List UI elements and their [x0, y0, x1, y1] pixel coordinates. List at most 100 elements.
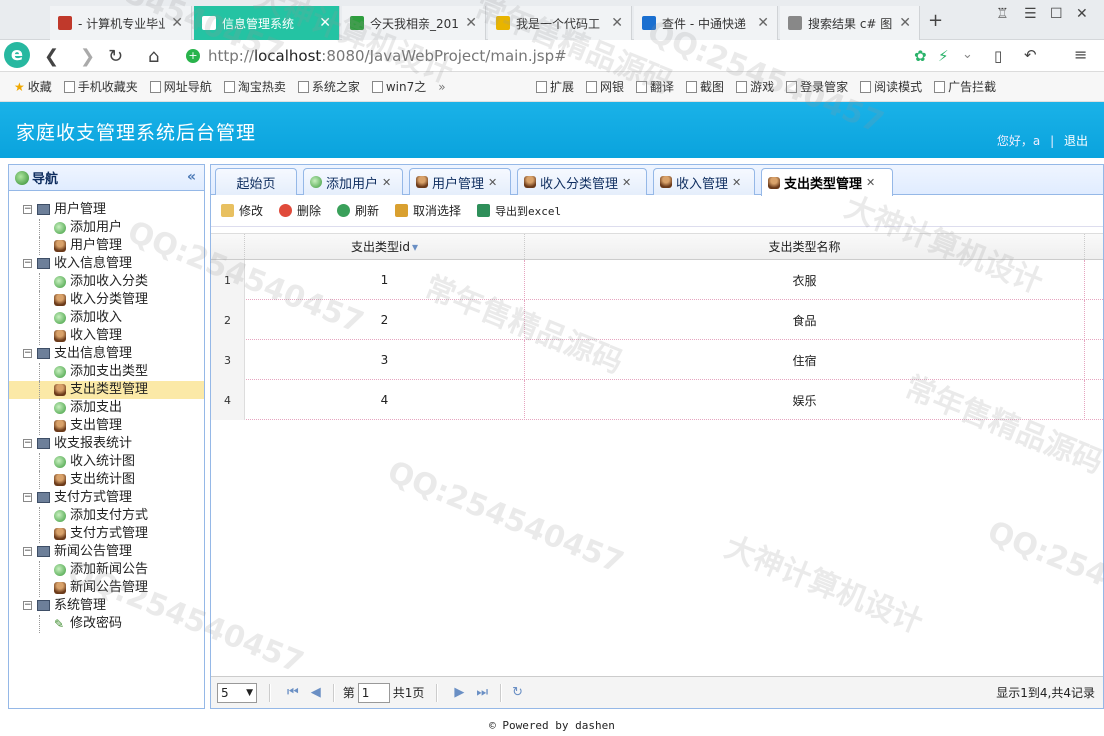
browser-menu-icon[interactable]: ≡: [1074, 45, 1087, 64]
nav-item[interactable]: 添加用户: [9, 219, 204, 237]
page-size-select[interactable]: 5 ▼: [217, 682, 257, 703]
bookmark-item[interactable]: 系统之家: [292, 78, 366, 95]
close-tab-icon[interactable]: ✕: [488, 176, 497, 189]
close-window-icon[interactable]: ✕: [1076, 6, 1088, 22]
page-number-input[interactable]: 1: [357, 682, 390, 703]
column-header-name[interactable]: 支出类型名称: [525, 234, 1085, 259]
bookmark-item[interactable]: 网址导航: [144, 78, 218, 95]
nav-item[interactable]: 添加收入分类: [9, 273, 204, 291]
bookmarks-more[interactable]: »: [432, 80, 451, 94]
reload-grid-icon[interactable]: ↻: [512, 685, 523, 700]
browser-tab[interactable]: 查件 - 中通快递 ✕: [634, 6, 778, 40]
nav-item[interactable]: 添加收入: [9, 309, 204, 327]
nav-item[interactable]: 添加新闻公告: [9, 561, 204, 579]
lightning-icon[interactable]: ⚡: [938, 47, 949, 65]
new-tab-button[interactable]: +: [928, 10, 943, 31]
nav-item[interactable]: 收入分类管理: [9, 291, 204, 309]
collapse-toggle-icon[interactable]: −: [23, 547, 32, 556]
content-tab[interactable]: 收入分类管理 ✕: [517, 168, 647, 195]
back-icon[interactable]: ❮: [44, 46, 59, 67]
delete-button[interactable]: 删除: [279, 202, 321, 219]
bookmark-item[interactable]: ★ 收藏: [8, 78, 58, 95]
nav-item[interactable]: 收入管理: [9, 327, 204, 345]
browser-tool-item[interactable]: 阅读模式: [854, 78, 928, 95]
content-tab[interactable]: 支出类型管理 ✕: [761, 168, 893, 196]
browser-tab[interactable]: 今天我相亲_201 ✕: [342, 6, 486, 40]
collapse-toggle-icon[interactable]: −: [23, 493, 32, 502]
maximize-icon[interactable]: ☐: [1050, 6, 1063, 22]
nav-item[interactable]: 添加支付方式: [9, 507, 204, 525]
content-tab[interactable]: 收入管理 ✕: [653, 168, 755, 195]
bookmark-item[interactable]: win7之: [366, 78, 432, 95]
nav-item[interactable]: 新闻公告管理: [9, 579, 204, 597]
first-page-icon[interactable]: ⏮: [287, 685, 299, 700]
export-button[interactable]: 导出到excel: [477, 203, 561, 219]
close-tab-icon[interactable]: ✕: [465, 15, 477, 31]
browser-tab[interactable]: - 计算机专业毕业 ✕: [50, 6, 192, 40]
prev-page-icon[interactable]: ◀: [311, 685, 321, 700]
nav-item[interactable]: 添加支出: [9, 399, 204, 417]
browser-tool-item[interactable]: 登录管家: [780, 78, 854, 95]
nav-item[interactable]: 添加支出类型: [9, 363, 204, 381]
collapse-toggle-icon[interactable]: −: [23, 205, 32, 214]
collapse-toggle-icon[interactable]: −: [23, 601, 32, 610]
content-tab[interactable]: 用户管理 ✕: [409, 168, 511, 195]
collapse-toggle-icon[interactable]: −: [23, 439, 32, 448]
bookmark-item[interactable]: 手机收藏夹: [58, 78, 144, 95]
browser-tool-item[interactable]: 网银: [580, 78, 630, 95]
close-tab-icon[interactable]: ✕: [866, 176, 875, 189]
logout-link[interactable]: 退出: [1064, 134, 1088, 148]
close-tab-icon[interactable]: ✕: [899, 15, 911, 31]
reload-icon[interactable]: ↻: [108, 46, 123, 67]
nav-group[interactable]: − 新闻公告管理: [9, 543, 204, 561]
collapse-toggle-icon[interactable]: −: [23, 349, 32, 358]
mobile-icon[interactable]: ▯: [994, 47, 1002, 65]
nav-group[interactable]: − 系统管理: [9, 597, 204, 615]
edit-button[interactable]: 修改: [221, 202, 263, 219]
content-tab[interactable]: 添加用户 ✕: [303, 168, 403, 195]
close-tab-icon[interactable]: ✕: [171, 15, 183, 31]
nav-item[interactable]: 支出统计图: [9, 471, 204, 489]
undo-icon[interactable]: ↶: [1024, 46, 1037, 64]
forward-icon[interactable]: ❯: [80, 46, 95, 67]
browser-tab[interactable]: 我是一个代码工 ✕: [488, 6, 632, 40]
table-row[interactable]: 1 1 衣服: [211, 260, 1103, 300]
last-page-icon[interactable]: ⏭: [476, 685, 488, 700]
unselect-button[interactable]: 取消选择: [395, 202, 461, 219]
refresh-button[interactable]: 刷新: [337, 202, 379, 219]
nav-group[interactable]: − 支出信息管理: [9, 345, 204, 363]
close-tab-icon[interactable]: ✕: [757, 15, 769, 31]
dropdown-icon[interactable]: ⌄: [962, 47, 973, 62]
column-header-id[interactable]: 支出类型id ▾: [245, 234, 525, 259]
next-page-icon[interactable]: ▶: [454, 685, 464, 700]
home-icon[interactable]: ⌂: [148, 46, 159, 67]
table-row[interactable]: 4 4 娱乐: [211, 380, 1103, 420]
browser-tool-item[interactable]: 扩展: [530, 78, 580, 95]
close-tab-icon[interactable]: ✕: [622, 176, 631, 189]
browser-tool-item[interactable]: 广告拦截: [928, 78, 1002, 95]
close-tab-icon[interactable]: ✕: [611, 15, 623, 31]
nav-group[interactable]: − 收入信息管理: [9, 255, 204, 273]
table-row[interactable]: 2 2 食品: [211, 300, 1103, 340]
close-tab-icon[interactable]: ✕: [732, 176, 741, 189]
browser-tab[interactable]: 搜索结果 c# 图 ✕: [780, 6, 920, 40]
nav-item[interactable]: 支出类型管理: [9, 381, 204, 399]
speed-icon[interactable]: ✿: [914, 47, 927, 65]
browser-tab[interactable]: 信息管理系统 ✕: [194, 6, 340, 40]
nav-group[interactable]: − 用户管理: [9, 201, 204, 219]
close-tab-icon[interactable]: ✕: [382, 176, 391, 189]
nav-item[interactable]: 支付方式管理: [9, 525, 204, 543]
nav-item[interactable]: 用户管理: [9, 237, 204, 255]
nav-group[interactable]: − 支付方式管理: [9, 489, 204, 507]
skin-icon[interactable]: ♖: [996, 6, 1009, 22]
browser-tool-item[interactable]: 游戏: [730, 78, 780, 95]
nav-item[interactable]: 收入统计图: [9, 453, 204, 471]
close-tab-icon[interactable]: ✕: [319, 15, 331, 31]
nav-item[interactable]: 支出管理: [9, 417, 204, 435]
address-bar[interactable]: + http://localhost:8080/JavaWebProject/m…: [186, 44, 986, 68]
collapse-icon[interactable]: «: [187, 169, 196, 185]
collapse-toggle-icon[interactable]: −: [23, 259, 32, 268]
menu-icon[interactable]: ☰: [1024, 6, 1037, 22]
nav-item[interactable]: ✎ 修改密码: [9, 615, 204, 633]
bookmark-item[interactable]: 淘宝热卖: [218, 78, 292, 95]
